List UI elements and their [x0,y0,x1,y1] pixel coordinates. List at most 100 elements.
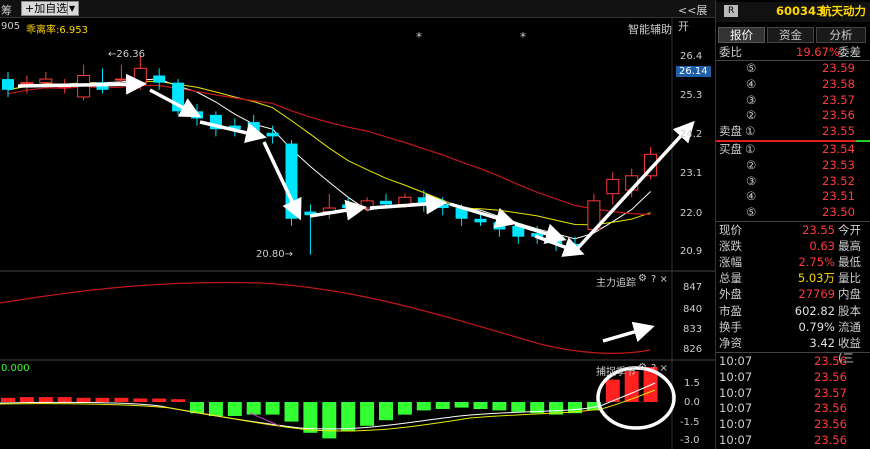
sell-label: 卖盘 [719,124,742,139]
stat-row: 总量 5.03万 量比 [716,271,870,287]
macd-bar [454,402,469,408]
deviation-label: 乖离率:6.953 [26,25,88,36]
add-watchlist-button[interactable]: +加自选 [21,1,72,16]
stat-value: 23.55 [802,223,835,237]
sub2-left-value: 0.000 [1,363,30,374]
macd-bar [133,398,148,402]
sell-level-row: 卖盘 ① 23.55 [716,124,870,140]
chevron-down-icon[interactable]: ▼ [67,1,79,16]
macd-bar [511,402,526,412]
candle-body [474,218,487,223]
tick-time: 10:07 [719,401,753,416]
candle-body [398,196,412,205]
axis-tick: -1.5 [680,417,700,428]
candle-body [606,178,620,195]
buy-level-row: 买盘 ① 23.54 [716,142,870,158]
tab-analysis[interactable]: 分析 [816,27,866,43]
gear-icon[interactable]: ⚙ [638,362,647,373]
tick-time: 10:07 [719,354,753,368]
stat-value: 3.42 [809,335,835,350]
axis-tick: -3.0 [680,435,700,446]
level-index: ③ [746,173,757,188]
macd-bar [397,402,412,415]
sub1-title[interactable]: 主力追踪 [596,274,636,289]
r-badge: R [724,5,739,17]
candle-body [493,222,506,230]
main-force-line [0,281,651,354]
star-mark-1: * [416,30,422,44]
sub2-title[interactable]: 捕捉季节 [596,363,636,378]
tick-price: 23.56 [814,433,847,447]
macd-bar [152,398,167,402]
macd-bar [19,397,34,402]
stat-label: 市盈 [719,303,742,318]
sell-price: 23.57 [822,92,855,107]
axis-tick: 847 [683,282,703,293]
stat-value: 5.03万 [797,271,835,285]
high-price-label: ←26.36 [108,49,146,60]
stat-label: 换手 [719,319,742,334]
axis-tick: 22.0 [680,208,703,219]
buy-level-row: ② 23.53 [716,158,870,174]
assist-label[interactable]: 智能辅助 [628,21,672,37]
level-index: ① [745,124,756,139]
stat-row: 外盘 27769 内盘 [716,287,870,303]
level-index: ② [746,157,757,172]
stat-row: 换手 0.79% 流通 [716,320,870,336]
axis-tick: 840 [683,304,703,315]
candle-body [114,78,128,81]
stat-label: 外盘 [719,287,742,301]
tick-row: 10:07 23.56 [716,370,870,386]
macd-bar [76,397,91,402]
stat-value: 0.63 [809,239,835,253]
stat-row: 涨跌 0.63 最高 [716,239,870,255]
level-index: ⑤ [746,61,757,75]
level-index: ③ [746,92,757,107]
tick-row: 10:07 23.57 [716,386,870,402]
macd-bar [416,402,431,411]
gear-icon[interactable]: ⚙ [638,273,647,284]
stat-value: 602.82 [794,303,835,318]
kline-chart[interactable] [0,18,715,449]
level-index: ① [745,142,756,156]
tick-time: 10:07 [719,369,753,384]
help-close-icons[interactable]: ? × [651,363,668,374]
buy-level-row: ④ 23.51 [716,189,870,205]
candle-body [39,78,53,84]
candle-body [20,82,34,85]
low-price-label: 20.80→ [256,249,294,260]
sell-level-row: ④ 23.58 [716,77,870,93]
macd-bar [208,402,223,416]
macd-bar [492,402,507,411]
current-price-tag: 26.14 [676,66,711,77]
candle-body [133,67,147,84]
stat-row: 现价 23.55 今开 [716,223,870,239]
buy-price: 23.50 [822,205,855,220]
macd-bar [379,402,393,421]
macd-bar [265,402,280,415]
tick-time: 10:07 [719,417,753,432]
tick-price: 23.56 [814,354,847,368]
tab-funds[interactable]: 资金 [767,27,814,43]
stat-value: 27769 [798,287,835,301]
weibi-row: 委比 19.67% 委差 [719,45,861,59]
macd-bar [246,402,261,415]
buy-level-row: ⑤ 23.50 [716,205,870,221]
macd-bar [57,397,72,402]
level-index: ④ [746,76,757,91]
chart-area[interactable]: 905 乖离率:6.953 智能辅助 * * ←26.36 20.80→ 26.… [0,18,715,449]
sell-price: 23.55 [822,124,855,139]
quote-panel: R 600343 航天动力 报价 资金 分析 委比 19.67% 委差 ⑤ 23.… [715,0,870,449]
macd-bar [1,397,15,402]
help-close-icons[interactable]: ? × [651,274,668,285]
axis-tick: 23.1 [680,168,703,179]
macd-bar [341,402,356,432]
candle-body [380,200,392,205]
buy-price: 23.52 [822,173,855,188]
annotation-arrow [576,120,695,250]
level-index: ② [746,108,757,123]
tab-quote[interactable]: 报价 [718,27,765,43]
macd-bar [435,402,450,409]
toolbar-left-label: 筹 [1,4,12,17]
tick-price: 23.56 [814,417,847,432]
